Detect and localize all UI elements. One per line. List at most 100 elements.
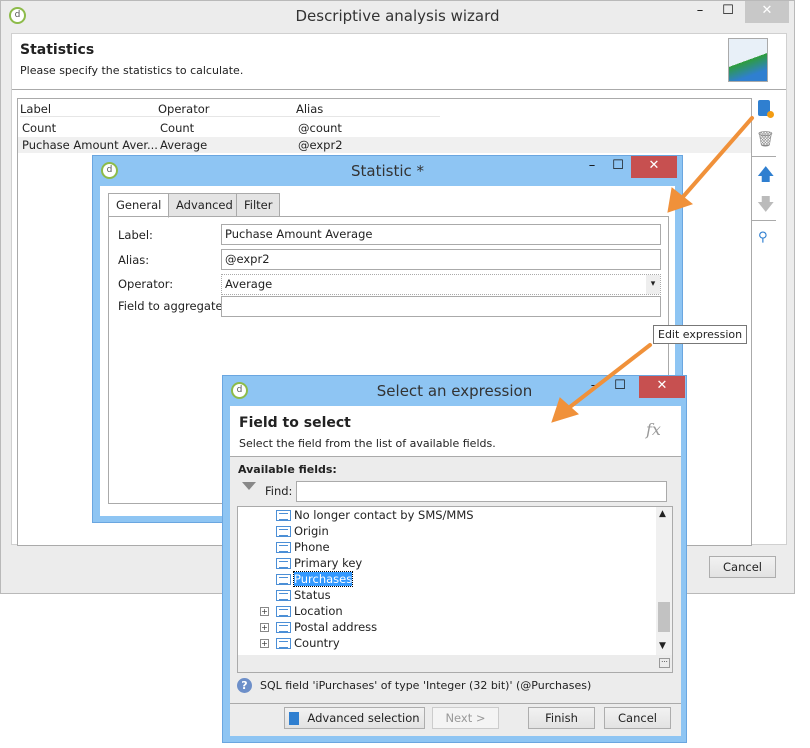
field-description: SQL field 'iPurchases' of type 'Integer … — [260, 679, 592, 692]
col-label[interactable]: Label — [20, 101, 51, 117]
field-icon — [276, 526, 291, 537]
advanced-label: Advanced selection — [307, 711, 420, 725]
tree-group[interactable]: + Location — [260, 603, 343, 619]
chevron-down-icon[interactable]: ▾ — [646, 275, 660, 294]
tree-item-label: Purchases — [292, 571, 354, 587]
clipboard-icon — [289, 712, 300, 725]
tree-item-label: Phone — [294, 540, 330, 554]
col-operator[interactable]: Operator — [158, 101, 209, 117]
operator-label: Operator: — [118, 277, 174, 291]
table-row[interactable]: Count Count @count — [18, 120, 751, 136]
field-icon — [276, 590, 291, 601]
tree-item[interactable]: Status — [276, 587, 331, 603]
finish-button[interactable]: Finish — [528, 707, 595, 729]
tree-item[interactable]: Origin — [276, 523, 329, 539]
scroll-down-icon[interactable]: ▼ — [659, 641, 666, 651]
scroll-up-icon[interactable]: ▲ — [659, 509, 666, 519]
table-row[interactable]: Puchase Amount Aver... Average @expr2 — [18, 137, 751, 153]
scrollbar[interactable]: ▲ ▼ — [656, 507, 672, 655]
tree-item[interactable]: No longer contact by SMS/MMS — [276, 507, 474, 523]
tree-item[interactable]: Purchases — [276, 571, 354, 587]
minimize-button[interactable]: – — [686, 1, 714, 23]
cancel-button[interactable]: Cancel — [604, 707, 671, 729]
tab-general[interactable]: General — [108, 193, 170, 218]
next-button[interactable]: Next > — [432, 707, 499, 729]
find-label: Find: — [265, 484, 293, 498]
page-subtitle: Please specify the statistics to calcula… — [20, 64, 244, 77]
delete-icon[interactable]: 🗑 — [756, 130, 775, 148]
field-icon — [276, 574, 291, 585]
operator-value: Average — [225, 277, 273, 291]
add-icon[interactable] — [758, 100, 774, 118]
select-expression-dialog: d Select an expression – ☐ ✕ Field to se… — [222, 375, 687, 743]
col-alias[interactable]: Alias — [296, 101, 323, 117]
advanced-selection-button[interactable]: Advanced selection — [284, 707, 425, 729]
maximize-button[interactable]: ☐ — [606, 376, 634, 398]
find-input[interactable] — [296, 481, 667, 502]
dialog-heading: Field to select — [239, 415, 351, 431]
tab-advanced[interactable]: Advanced — [168, 193, 241, 217]
tree-item-label: No longer contact by SMS/MMS — [294, 508, 474, 522]
expression-title: Select an expression — [376, 382, 533, 400]
search-icon[interactable]: ⚲ — [758, 230, 768, 245]
field-icon — [276, 558, 291, 569]
cell-operator: Average — [160, 138, 208, 152]
help-icon: ? — [237, 678, 252, 693]
alias-input[interactable]: @expr2 — [221, 249, 661, 270]
tree-group-label: Location — [294, 604, 343, 618]
field-label: Field to aggregate: — [118, 299, 227, 313]
tree-item-label: Primary key — [294, 556, 363, 570]
app-icon: d — [9, 7, 26, 24]
main-title: Descriptive analysis wizard — [295, 7, 500, 25]
label-label: Label: — [118, 228, 153, 242]
filter-icon — [242, 482, 256, 490]
move-down-icon[interactable]: 🡇 — [757, 192, 774, 221]
field-input[interactable] — [221, 296, 661, 317]
expand-icon[interactable]: + — [260, 607, 269, 616]
dialog-subtitle: Select the field from the list of availa… — [239, 437, 496, 450]
tree-group-label: Country — [294, 636, 340, 650]
app-icon: d — [101, 162, 118, 179]
close-button[interactable]: ✕ — [631, 156, 677, 178]
cell-alias: @expr2 — [298, 138, 343, 152]
main-cancel-button[interactable]: Cancel — [709, 556, 776, 578]
link-icon — [276, 638, 291, 649]
main-titlebar: d Descriptive analysis wizard – ☐ ✕ — [1, 1, 794, 31]
field-icon — [276, 542, 291, 553]
tooltip: Edit expression — [653, 325, 748, 344]
minimize-button[interactable]: – — [580, 376, 608, 398]
app-icon: d — [231, 382, 248, 399]
expression-titlebar: d Select an expression – ☐ ✕ — [223, 376, 686, 406]
scroll-thumb[interactable] — [658, 602, 670, 632]
tree-group-label: Postal address — [294, 620, 378, 634]
tree-item[interactable]: Phone — [276, 539, 330, 555]
close-button[interactable]: ✕ — [745, 1, 789, 23]
horizontal-scrollbar[interactable]: ··· — [238, 655, 672, 672]
alias-label: Alias: — [118, 253, 150, 267]
maximize-button[interactable]: ☐ — [714, 1, 742, 23]
field-icon — [276, 510, 291, 521]
cell-label: Puchase Amount Aver... — [22, 138, 158, 152]
move-up-icon[interactable]: 🡅 — [757, 162, 774, 191]
expand-icon[interactable]: + — [260, 623, 269, 632]
minimize-button[interactable]: – — [578, 156, 606, 178]
expand-icon[interactable]: + — [260, 639, 269, 648]
tab-filter[interactable]: Filter — [236, 193, 281, 217]
fx-icon: fx — [646, 420, 661, 439]
tree-group[interactable]: + Country — [260, 635, 340, 651]
tree-item-label: Status — [294, 588, 331, 602]
cell-operator: Count — [160, 121, 195, 135]
tree-group[interactable]: + Postal address — [260, 619, 377, 635]
group-icon — [276, 606, 291, 617]
tree-item[interactable]: Primary key — [276, 555, 362, 571]
field-tree[interactable]: No longer contact by SMS/MMS Origin Phone P… — [237, 506, 673, 673]
operator-select[interactable]: Average ▾ — [221, 274, 661, 295]
maximize-button[interactable]: ☐ — [604, 156, 632, 178]
cell-alias: @count — [298, 121, 342, 135]
chart-logo-icon — [728, 38, 768, 82]
label-input[interactable]: Puchase Amount Average — [221, 224, 661, 245]
statistic-titlebar: d Statistic * – ☐ ✕ — [93, 156, 682, 186]
more-icon[interactable]: ··· — [659, 658, 670, 668]
close-button[interactable]: ✕ — [639, 376, 685, 398]
tree-item-label: Origin — [294, 524, 329, 538]
